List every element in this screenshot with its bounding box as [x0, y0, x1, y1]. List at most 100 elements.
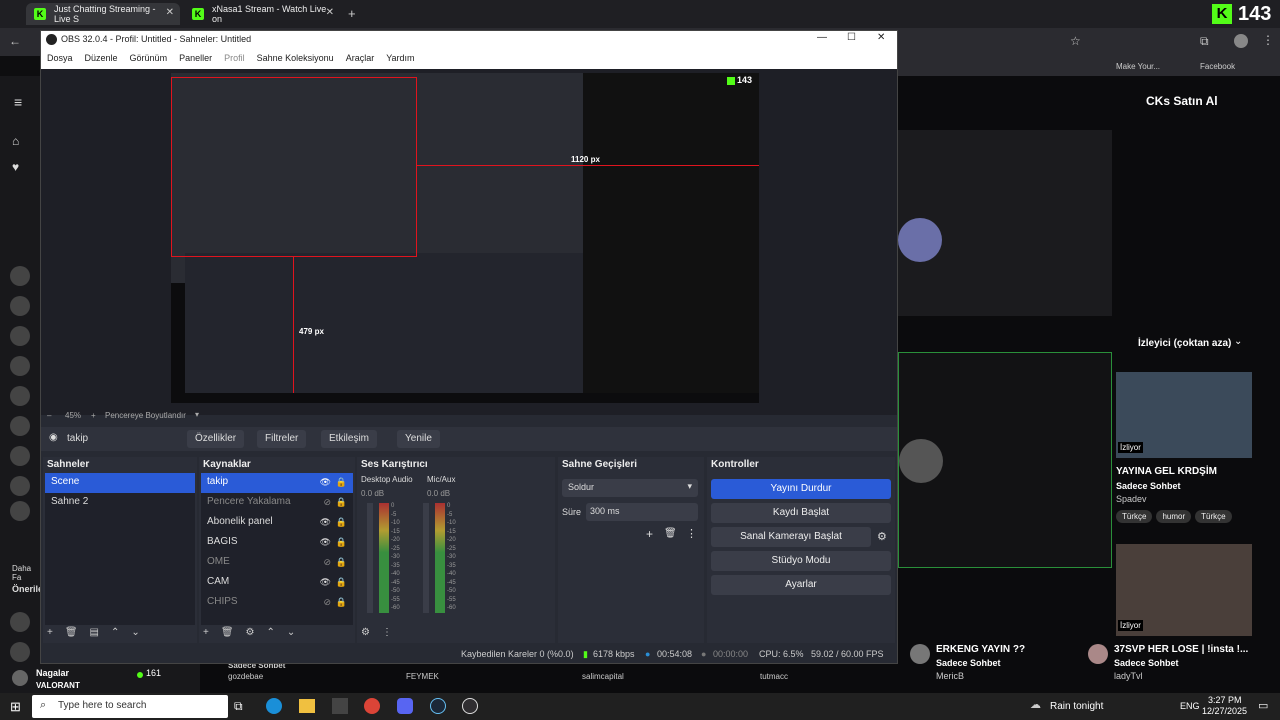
menu-dosya[interactable]: Dosya: [41, 49, 79, 69]
lock-icon[interactable]: 🔒: [336, 537, 347, 548]
language[interactable]: ENG: [1180, 701, 1200, 711]
new-tab-icon[interactable]: +: [348, 6, 356, 21]
source-item[interactable]: BAGIS 👁 🔒: [201, 533, 353, 553]
chevron-down-icon[interactable]: ⌄: [1234, 336, 1242, 347]
obs-preview[interactable]: 1120 px 479 px 143: [41, 69, 897, 415]
followed-avatar[interactable]: [10, 501, 30, 521]
close-tab-icon[interactable]: ✕: [326, 7, 334, 18]
streamer-name[interactable]: Spadev: [1116, 494, 1147, 504]
source-item[interactable]: OME ⊘ 🔒: [201, 553, 353, 573]
extensions-icon[interactable]: ⧉: [1200, 34, 1209, 49]
interact-button[interactable]: Etkileşim: [321, 430, 378, 448]
transition-select[interactable]: Soldur ▾: [562, 479, 698, 497]
add-icon[interactable]: +: [646, 527, 653, 541]
filters-button[interactable]: Filtreler: [257, 430, 307, 448]
source-item[interactable]: Abonelik panel 👁 🔒: [201, 513, 353, 533]
lock-icon[interactable]: 🔒: [336, 557, 347, 568]
followed-avatar[interactable]: [10, 446, 30, 466]
start-recording-button[interactable]: Kaydı Başlat: [711, 503, 891, 523]
taskbar-search[interactable]: ⌕ Type here to search: [32, 695, 228, 718]
properties-button[interactable]: Özellikler: [187, 430, 245, 448]
source-item[interactable]: Pencere Yakalama ⊘ 🔒: [201, 493, 353, 513]
lock-icon[interactable]: 🔒: [336, 477, 347, 488]
back-icon[interactable]: ←: [9, 34, 21, 48]
lock-icon[interactable]: 🔒: [336, 597, 347, 608]
eye-icon[interactable]: 👁: [320, 537, 331, 548]
lock-icon[interactable]: 🔒: [336, 517, 347, 528]
up-icon[interactable]: ⌃: [111, 627, 119, 641]
eye-off-icon[interactable]: ⊘: [323, 557, 331, 568]
eye-icon[interactable]: 👁: [320, 577, 331, 588]
steam-icon[interactable]: [430, 698, 446, 714]
notification-icon[interactable]: ▭: [1258, 699, 1268, 712]
tag[interactable]: Türkçe: [1116, 510, 1153, 523]
weather-text[interactable]: Rain tonight: [1050, 701, 1103, 712]
volume-slider[interactable]: [423, 503, 429, 613]
tag[interactable]: Türkçe: [1195, 510, 1232, 523]
maximize-icon[interactable]: ☐: [847, 32, 856, 43]
mixer-settings-icon[interactable]: ⚙: [361, 627, 370, 641]
clock-time[interactable]: 3:27 PM: [1208, 695, 1242, 705]
star-icon[interactable]: ☆: [1070, 34, 1081, 48]
duration-input[interactable]: 300 ms: [586, 503, 698, 521]
obs-taskbar-icon[interactable]: [462, 698, 478, 714]
menu-duzenle[interactable]: Düzenle: [79, 49, 124, 69]
edge-icon[interactable]: [266, 698, 282, 714]
followed-avatar[interactable]: [10, 266, 30, 286]
trash-icon[interactable]: 🗑: [664, 528, 677, 539]
card-category[interactable]: Sadece Sohbet: [1114, 658, 1179, 668]
down-icon[interactable]: ⌄: [131, 627, 139, 641]
tag[interactable]: humor: [1156, 510, 1192, 523]
card-title[interactable]: ERKENG YAYIN ??: [936, 644, 1025, 655]
virtual-camera-button[interactable]: Sanal Kamerayı Başlat: [711, 527, 871, 547]
source-item[interactable]: CHIPS ⊘ 🔒: [201, 593, 353, 613]
card-user[interactable]: ladyTvl: [1114, 671, 1143, 681]
card-category[interactable]: Sadece Sohbet: [936, 658, 1001, 668]
settings-button[interactable]: Ayarlar: [711, 575, 891, 595]
refresh-button[interactable]: Yenile: [397, 430, 440, 448]
stream-preview[interactable]: [898, 130, 1112, 316]
menu-dots-icon[interactable]: ⋮: [686, 527, 697, 540]
followed-avatar[interactable]: [10, 296, 30, 316]
menu-araclar[interactable]: Araçlar: [340, 49, 381, 69]
windows-start-icon[interactable]: ⊞: [10, 699, 21, 715]
zoom-in-icon[interactable]: +: [91, 411, 96, 420]
gear-icon[interactable]: ⚙: [246, 627, 255, 641]
followed-avatar[interactable]: [10, 416, 30, 436]
down-icon[interactable]: ⌄: [287, 627, 295, 641]
menu-gorunum[interactable]: Görünüm: [124, 49, 174, 69]
lock-icon[interactable]: 🔒: [336, 577, 347, 588]
bookmark-item[interactable]: Facebook: [1200, 62, 1235, 71]
add-icon[interactable]: +: [203, 627, 209, 641]
followed-avatar[interactable]: [10, 326, 30, 346]
recommended-avatar[interactable]: [10, 642, 30, 662]
zoom-out-icon[interactable]: –: [47, 411, 51, 420]
filter-icon[interactable]: ▤: [90, 627, 99, 641]
home-icon[interactable]: ⌂: [12, 134, 19, 148]
card-user[interactable]: MericB: [936, 671, 964, 681]
minimize-icon[interactable]: —: [817, 32, 827, 43]
selection-box[interactable]: [171, 77, 417, 257]
task-view-icon[interactable]: ⧉: [234, 699, 243, 714]
scene-item[interactable]: Scene: [45, 473, 195, 493]
browser-tab[interactable]: K xNasa1 Stream - Watch Live on ✕: [184, 3, 340, 25]
close-icon[interactable]: ✕: [877, 32, 885, 43]
eye-icon[interactable]: 👁: [320, 517, 331, 528]
chrome-icon[interactable]: [364, 698, 380, 714]
source-item[interactable]: takip 👁 🔒: [201, 473, 353, 493]
eye-off-icon[interactable]: ⊘: [323, 597, 331, 608]
trash-icon[interactable]: 🗑: [65, 627, 78, 641]
hamburger-icon[interactable]: ≡: [14, 94, 22, 110]
browser-tab-active[interactable]: K Just Chatting Streaming - Live S ✕: [26, 3, 180, 25]
volume-slider[interactable]: [367, 503, 373, 613]
add-icon[interactable]: +: [47, 627, 53, 641]
menu-sahne-koleksiyonu[interactable]: Sahne Koleksiyonu: [251, 49, 340, 69]
stop-streaming-button[interactable]: Yayını Durdur: [711, 479, 891, 499]
explorer-icon[interactable]: [299, 699, 315, 713]
heart-icon[interactable]: ♥: [12, 160, 19, 174]
menu-yardim[interactable]: Yardım: [380, 49, 420, 69]
profile-avatar[interactable]: [1234, 34, 1248, 48]
stream-preview-green[interactable]: [898, 352, 1112, 568]
followed-avatar[interactable]: [10, 386, 30, 406]
recommended-avatar[interactable]: [10, 612, 30, 632]
